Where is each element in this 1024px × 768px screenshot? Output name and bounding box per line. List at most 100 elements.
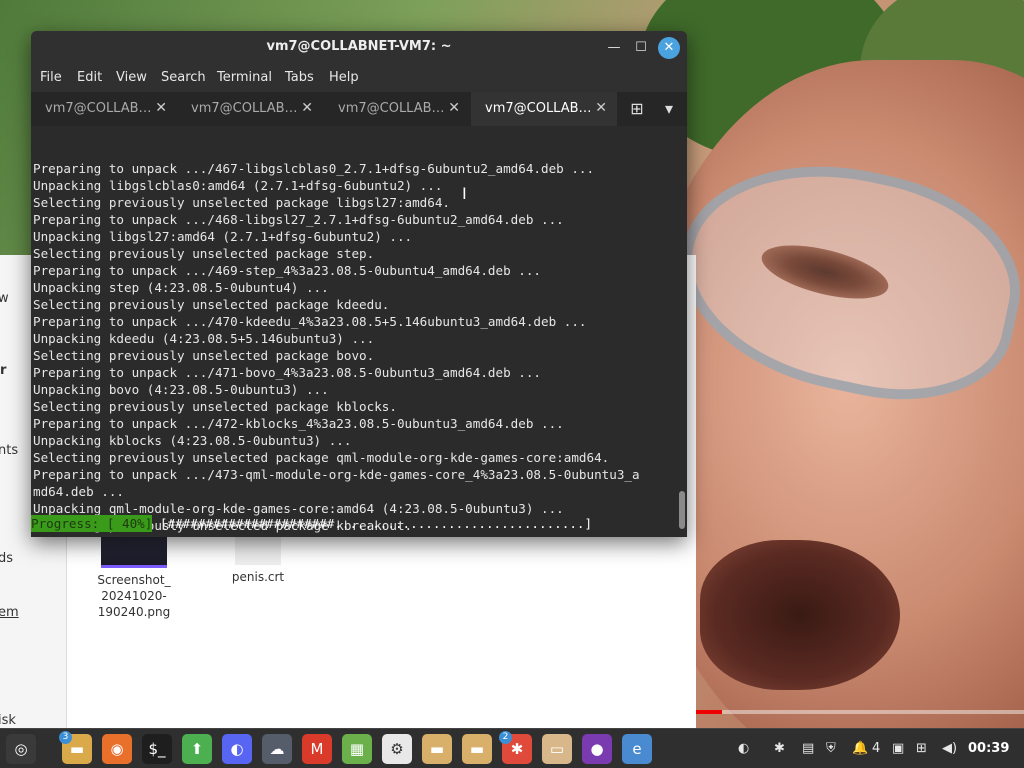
terminal-menubar: File Edit View Search Terminal Tabs Help (31, 64, 687, 92)
files-folder-icon[interactable]: ▬ 3 (59, 731, 92, 764)
progress-bar-text: [######################.................… (152, 516, 593, 531)
folder-icon-2[interactable]: ▬ (462, 734, 492, 764)
volume-tray-icon[interactable]: ◀) (942, 739, 957, 759)
bee-game-icon[interactable]: ✱ 2 (499, 731, 532, 764)
menu-help[interactable]: Help (329, 70, 359, 85)
terminal-titlebar[interactable]: vm7@COLLABNET-VM7: ~ — ☐ ✕ (31, 31, 687, 64)
terminal-window[interactable]: vm7@COLLABNET-VM7: ~ — ☐ ✕ File Edit Vie… (31, 31, 687, 537)
maximize-icon[interactable]: ☐ (630, 37, 652, 59)
document-tray-icon[interactable]: ▣ (892, 739, 904, 759)
notification-count: 4 (872, 741, 881, 756)
menu-tabs[interactable]: Tabs (285, 70, 314, 85)
menu-terminal[interactable]: Terminal (217, 70, 272, 85)
file-name-line: penis.crt (231, 570, 285, 584)
mouth-image (700, 540, 900, 690)
tab-close-icon[interactable]: ✕ (155, 100, 167, 116)
web-browser-icon[interactable]: e (622, 734, 652, 764)
calculator-icon[interactable]: ▦ (342, 734, 372, 764)
terminal-scrollbar[interactable] (677, 126, 685, 537)
scrollbar-thumb[interactable] (679, 491, 685, 529)
archive-box-icon[interactable]: ▭ (542, 734, 572, 764)
progress-label: Progress: [ 40%] (31, 515, 153, 532)
terminal-line: Unpacking libgsl27:amd64 (2.7.1+dfsg-6ub… (33, 229, 413, 244)
terminal-line: Selecting previously unselected package … (33, 348, 375, 363)
terminal-line: md64.deb ... (33, 484, 124, 499)
bee-tray-icon[interactable]: ✱ (774, 739, 785, 759)
terminal-line: Unpacking bovo (4:23.08.5-0ubuntu3) ... (33, 382, 329, 397)
shield-tray-icon[interactable]: ⛨ (826, 739, 836, 759)
terminal-line: Preparing to unpack .../472-kblocks_4%3a… (33, 416, 564, 431)
sidebar-fragment[interactable]: nts (0, 443, 18, 458)
minimize-icon[interactable]: — (603, 37, 625, 59)
sidebar-fragment[interactable]: ds (0, 551, 13, 566)
sidebar-fragment[interactable]: w (0, 291, 9, 306)
tab-label: vm7@COLLAB… (45, 101, 152, 116)
new-tab-icon[interactable]: ⊞ (625, 97, 649, 121)
sidebar-fragment[interactable]: em (0, 605, 19, 620)
terminal-line: Preparing to unpack .../468-libgsl27_2.7… (33, 212, 564, 227)
tab-label: vm7@COLLAB… (485, 101, 592, 116)
i-beam-cursor-icon: I (462, 184, 467, 203)
tab-list-dropdown-icon[interactable]: ▾ (657, 97, 681, 121)
certificate-file-icon (235, 537, 281, 565)
cloud-icon[interactable]: ☁ (262, 734, 292, 764)
tab-close-icon[interactable]: ✕ (448, 100, 460, 116)
terminal-line: Preparing to unpack .../470-kdeedu_4%3a2… (33, 314, 587, 329)
video-progress-bar[interactable] (696, 710, 1024, 714)
update-manager-icon[interactable]: ⬆ (182, 734, 212, 764)
firefox-icon[interactable]: ◉ (102, 734, 132, 764)
terminal-line: Selecting previously unselected package … (33, 399, 397, 414)
terminal-line: Unpacking libgslcblas0:amd64 (2.7.1+dfsg… (33, 178, 443, 193)
clock[interactable]: 00:39 (968, 739, 1009, 759)
tab-close-icon[interactable]: ✕ (595, 100, 607, 116)
terminal-line: Preparing to unpack .../469-step_4%3a23.… (33, 263, 541, 278)
terminal-icon[interactable]: $_ (142, 734, 172, 764)
settings-gear-icon[interactable]: ⚙ (382, 734, 412, 764)
folder-icon[interactable]: ▬ (422, 734, 452, 764)
tab-label: vm7@COLLAB… (338, 101, 445, 116)
terminal-tab[interactable]: vm7@COLLAB… ✕ (31, 92, 177, 126)
clipboard-tray-icon[interactable]: ▤ (802, 739, 814, 759)
menu-file[interactable]: File (40, 70, 62, 85)
terminal-line: Selecting previously unselected package … (33, 297, 390, 312)
window-title: vm7@COLLABNET-VM7: ~ (266, 39, 452, 54)
tab-close-icon[interactable]: ✕ (301, 100, 313, 116)
discord-icon[interactable]: ◐ (222, 734, 252, 764)
terminal-line: Unpacking kdeedu (4:23.08.5+5.146ubuntu3… (33, 331, 375, 346)
terminal-lines: Preparing to unpack .../467-libgslcblas0… (33, 160, 677, 534)
terminal-line: Unpacking step (4:23.08.5-0ubuntu4) ... (33, 280, 329, 295)
terminal-line: Selecting previously unselected package … (33, 195, 451, 210)
file-name-line: 20241020- (101, 589, 167, 603)
file-name-line: 190240.png (97, 605, 171, 619)
purple-orb-icon[interactable]: ● (582, 734, 612, 764)
terminal-line: Preparing to unpack .../473-qml-module-o… (33, 467, 640, 482)
menu-view[interactable]: View (116, 70, 147, 85)
terminal-tab[interactable]: vm7@COLLAB… ✕ (177, 92, 323, 126)
network-tray-icon[interactable]: ⊞ (916, 739, 927, 759)
file-name-line: Screenshot_ (97, 573, 171, 587)
terminal-tab-active[interactable]: vm7@COLLAB… ✕ (471, 92, 617, 128)
mario-game-icon[interactable]: M (302, 734, 332, 764)
sidebar-fragment[interactable]: isk (0, 713, 16, 728)
video-progress-fill (696, 710, 723, 714)
menu-edit[interactable]: Edit (77, 70, 102, 85)
image-thumbnail-icon (101, 537, 167, 568)
terminal-output[interactable]: Preparing to unpack .../467-libgslcblas0… (31, 126, 677, 537)
terminal-line: Selecting previously unselected package … (33, 450, 610, 465)
install-progress-line: Progress: [ 40%] [######################… (31, 515, 592, 532)
menu-icon[interactable]: ◎ (6, 734, 36, 764)
terminal-line: Preparing to unpack .../467-libgslcblas0… (33, 161, 595, 176)
terminal-tab[interactable]: vm7@COLLAB… ✕ (324, 92, 470, 126)
taskbar: ◎ ▬ 3 ◉ $_ ⬆ ◐ ☁ M ▦ ⚙ ▬ ▬ ✱ 2 ▭ ● e ◐ ✱ ▤ ⛨ 🔔 4 ▣ ⊞ ◀) 00:39 (0, 728, 1024, 768)
notification-bell-icon[interactable]: 🔔 (852, 739, 868, 759)
tab-label: vm7@COLLAB… (191, 101, 298, 116)
sidebar-fragment[interactable]: r (0, 363, 6, 378)
file-item-screenshot[interactable]: Screenshot_ 20241020- 190240.png (74, 537, 194, 620)
discord-tray-icon[interactable]: ◐ (738, 739, 749, 759)
terminal-line: Selecting previously unselected package … (33, 246, 375, 261)
file-item-crt[interactable]: penis.crt (198, 537, 318, 585)
close-icon[interactable]: ✕ (658, 37, 680, 59)
terminal-line: Preparing to unpack .../471-bovo_4%3a23.… (33, 365, 541, 380)
menu-search[interactable]: Search (161, 70, 206, 85)
badge-count: 3 (59, 731, 72, 744)
